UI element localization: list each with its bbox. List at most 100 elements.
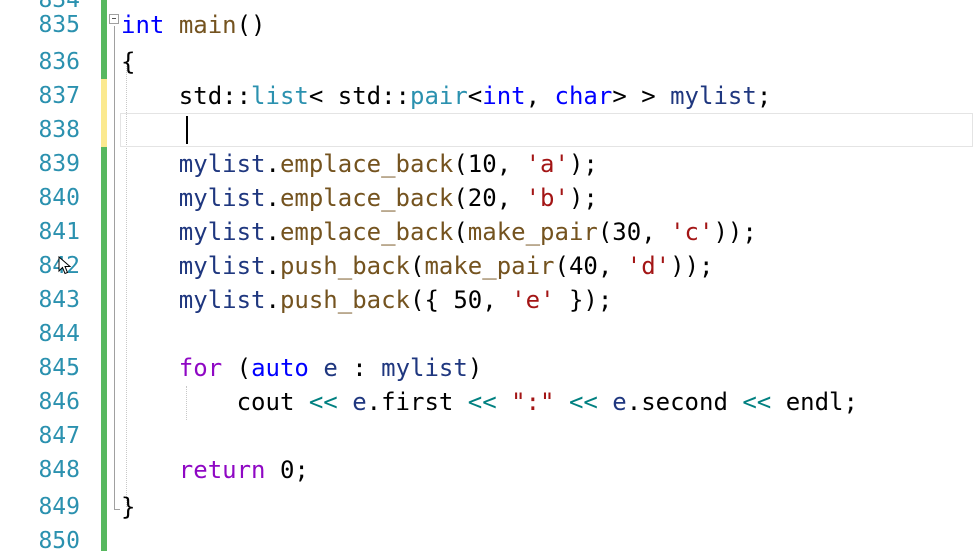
function-name-token: make_pair xyxy=(467,218,598,246)
function-name-token: main xyxy=(178,11,237,39)
line-number: 838 xyxy=(38,117,80,143)
brace-token: { xyxy=(121,48,136,76)
operator-token: << xyxy=(294,388,353,416)
punctuation-token: ( xyxy=(453,150,468,178)
operator-token: << xyxy=(727,388,786,416)
indent-token xyxy=(121,218,179,246)
punctuation-token: )); xyxy=(713,218,757,246)
line-number: 836 xyxy=(38,49,80,75)
code-line[interactable]: mylist.emplace_back(make_pair(30, 'c')); xyxy=(121,215,757,249)
punctuation-token: , xyxy=(496,184,526,212)
punctuation-token: , xyxy=(525,82,555,110)
punctuation-token: ( xyxy=(410,252,425,280)
line-number: 841 xyxy=(38,219,80,245)
saved-change-bar xyxy=(101,0,107,79)
string-literal-token: ":" xyxy=(511,388,555,416)
variable-token: mylist xyxy=(178,286,266,314)
indent-token xyxy=(121,252,179,280)
code-line[interactable]: std::list< std::pair<int, char> > mylist… xyxy=(121,79,771,113)
code-line[interactable]: return 0; xyxy=(121,453,309,487)
fold-region-end xyxy=(114,509,120,510)
variable-token: mylist xyxy=(381,354,468,382)
indent-token xyxy=(121,184,179,212)
punctuation-token: < xyxy=(467,82,483,110)
punctuation-token: }); xyxy=(554,286,613,314)
punctuation-token: ; xyxy=(756,82,772,110)
variable-token: e xyxy=(323,354,338,382)
code-line[interactable]: int main() xyxy=(121,8,266,42)
code-line[interactable]: for (auto e : mylist) xyxy=(121,351,482,385)
type-token: pair xyxy=(410,82,468,110)
code-line[interactable]: mylist.emplace_back(20, 'b'); xyxy=(121,181,598,215)
code-line[interactable]: mylist.emplace_back(10, 'a'); xyxy=(121,147,598,181)
punctuation-token: . xyxy=(265,150,280,178)
identifier-token: cout xyxy=(236,388,295,416)
function-name-token: emplace_back xyxy=(279,150,454,178)
punctuation-token: . xyxy=(265,184,280,212)
unsaved-change-bar xyxy=(101,79,107,147)
punctuation-token: , xyxy=(597,252,627,280)
function-name-token: make_pair xyxy=(424,252,555,280)
char-literal-token: 'b' xyxy=(525,184,569,212)
punctuation-token: , xyxy=(482,286,512,314)
function-name-token: push_back xyxy=(279,252,410,280)
code-line[interactable]: { xyxy=(121,45,135,79)
mouse-pointer-icon xyxy=(58,256,72,275)
member-token: first xyxy=(381,388,454,416)
code-line[interactable]: mylist.push_back({ 50, 'e' }); xyxy=(121,283,613,317)
indent-token xyxy=(121,82,179,110)
punctuation-token: ( xyxy=(597,218,613,246)
punctuation-token: , xyxy=(496,150,526,178)
punctuation-token: ( xyxy=(222,354,252,382)
identifier-token: endl xyxy=(785,388,844,416)
punctuation-token: ); xyxy=(568,150,598,178)
punctuation-token: . xyxy=(626,388,642,416)
punctuation-token: ( xyxy=(453,184,468,212)
punctuation-token: () xyxy=(236,11,266,39)
control-keyword-token: return xyxy=(178,456,266,484)
punctuation-token: . xyxy=(265,252,280,280)
line-number: 844 xyxy=(38,321,80,347)
operator-token: << xyxy=(453,388,512,416)
type-token: list xyxy=(251,82,309,110)
code-line[interactable]: cout << e.first << ":" << e.second << en… xyxy=(121,385,858,419)
number-token: 50 xyxy=(453,286,483,314)
member-token: second xyxy=(641,388,728,416)
punctuation-token: ( xyxy=(453,218,468,246)
code-line[interactable]: } xyxy=(121,490,135,524)
variable-token: mylist xyxy=(178,184,266,212)
line-number: 848 xyxy=(38,457,80,483)
line-number: 849 xyxy=(38,494,80,520)
line-number: 837 xyxy=(38,83,80,109)
number-token: 40 xyxy=(568,252,598,280)
number-token: 10 xyxy=(467,150,497,178)
keyword-token: auto xyxy=(251,354,309,382)
function-name-token: push_back xyxy=(279,286,410,314)
operator-token: << xyxy=(554,388,613,416)
indent-token xyxy=(121,354,179,382)
collapse-minus-icon[interactable] xyxy=(109,14,119,24)
function-name-token: emplace_back xyxy=(279,218,454,246)
char-literal-token: 'c' xyxy=(670,218,714,246)
punctuation-token: ) xyxy=(467,354,483,382)
punctuation-token: < xyxy=(308,82,338,110)
indent-token xyxy=(121,150,179,178)
punctuation-token: . xyxy=(265,218,280,246)
punctuation-token: : xyxy=(337,354,382,382)
keyword-token: int xyxy=(121,11,165,39)
namespace-token: std:: xyxy=(337,82,410,110)
control-keyword-token: for xyxy=(178,354,223,382)
variable-token: e xyxy=(352,388,367,416)
line-number: 850 xyxy=(38,528,80,551)
variable-token: e xyxy=(612,388,627,416)
code-editor[interactable]: 834 835 836 837 838 839 840 841 842 843 … xyxy=(0,0,973,551)
punctuation-token: ; xyxy=(843,388,858,416)
code-line[interactable]: mylist.push_back(make_pair(40, 'd')); xyxy=(121,249,714,283)
punctuation-token: . xyxy=(366,388,382,416)
number-token: 20 xyxy=(467,184,497,212)
char-literal-token: 'e' xyxy=(511,286,555,314)
punctuation-token: > > xyxy=(612,82,671,110)
variable-token: mylist xyxy=(178,218,266,246)
